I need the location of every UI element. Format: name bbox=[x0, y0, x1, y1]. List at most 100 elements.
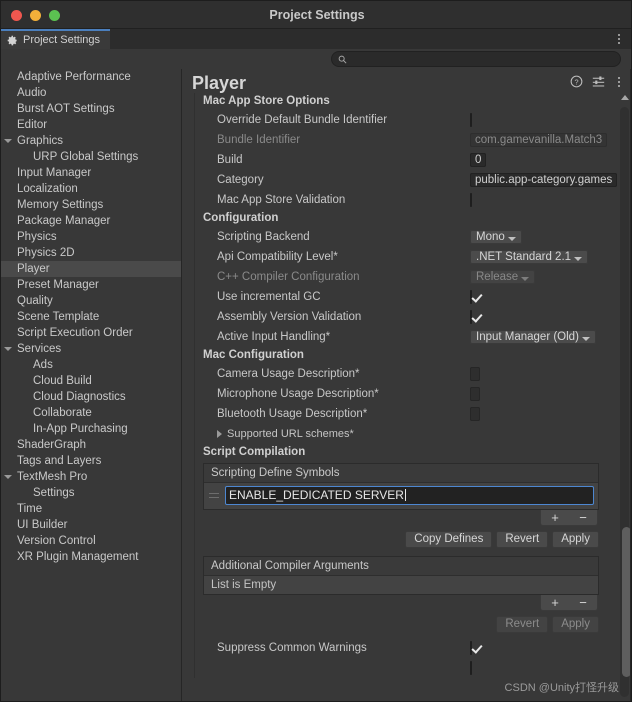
sidebar-item-script-execution-order[interactable]: Script Execution Order bbox=[1, 325, 181, 341]
sidebar-item-audio[interactable]: Audio bbox=[1, 85, 181, 101]
sidebar-item-collaborate[interactable]: Collaborate bbox=[1, 405, 181, 421]
revert-defines-button[interactable]: Revert bbox=[496, 530, 549, 548]
checkbox-suppress-common-warnings[interactable] bbox=[470, 641, 472, 655]
checkbox-assembly-version-validation[interactable] bbox=[470, 310, 472, 324]
sidebar-item-editor[interactable]: Editor bbox=[1, 117, 181, 133]
close-window-button[interactable] bbox=[11, 10, 22, 21]
sidebar-item-adaptive-performance[interactable]: Adaptive Performance bbox=[1, 69, 181, 85]
sidebar-item-label: Audio bbox=[17, 87, 47, 99]
settings-row: Camera Usage Description* bbox=[195, 364, 607, 384]
sidebar-item-label: XR Plugin Management bbox=[17, 551, 139, 563]
additional-compiler-arguments-list: Additional Compiler Arguments List is Emp… bbox=[203, 556, 599, 595]
scripting-define-symbols-list: Scripting Define Symbols ENABLE_DEDICATED… bbox=[203, 463, 599, 510]
sidebar-item-preset-manager[interactable]: Preset Manager bbox=[1, 277, 181, 293]
project-settings-window: Project Settings Project Settings Adapti… bbox=[0, 0, 632, 702]
sidebar-item-label: Player bbox=[17, 263, 50, 275]
sidebar-item-ui-builder[interactable]: UI Builder bbox=[1, 517, 181, 533]
text-field-category[interactable]: public.app-category.games bbox=[470, 173, 618, 187]
sidebar-item-localization[interactable]: Localization bbox=[1, 181, 181, 197]
sidebar-item-graphics[interactable]: Graphics bbox=[1, 133, 181, 149]
text-field-microphone-usage-description[interactable] bbox=[470, 387, 480, 401]
chevron-down-icon[interactable] bbox=[4, 347, 12, 351]
chevron-down-icon[interactable] bbox=[4, 139, 12, 143]
sidebar-item-time[interactable]: Time bbox=[1, 501, 181, 517]
sidebar-item-scene-template[interactable]: Scene Template bbox=[1, 309, 181, 325]
copy-defines-button[interactable]: Copy Defines bbox=[405, 530, 493, 548]
search-input[interactable] bbox=[347, 52, 620, 66]
section-heading-configuration: Configuration bbox=[203, 212, 279, 224]
scrollbar-track[interactable] bbox=[620, 107, 631, 697]
sidebar-item-shadergraph[interactable]: ShaderGraph bbox=[1, 437, 181, 453]
sidebar-item-cloud-build[interactable]: Cloud Build bbox=[1, 373, 181, 389]
sidebar-item-urp-global-settings[interactable]: URP Global Settings bbox=[1, 149, 181, 165]
sidebar-item-burst-aot-settings[interactable]: Burst AOT Settings bbox=[1, 101, 181, 117]
text-field-camera-usage-description[interactable] bbox=[470, 367, 480, 381]
sidebar-item-label: Cloud Build bbox=[33, 375, 92, 387]
dropdown-api-compatibility-level[interactable]: .NET Standard 2.1 bbox=[470, 250, 589, 264]
panel-right-edge bbox=[630, 69, 631, 701]
sidebar-item-label: Editor bbox=[17, 119, 48, 131]
sidebar-item-quality[interactable]: Quality bbox=[1, 293, 181, 309]
sidebar-item-textmesh-pro[interactable]: TextMesh Pro bbox=[1, 469, 181, 485]
settings-row: Mac App Store Validation bbox=[195, 190, 607, 210]
kebab-menu-icon[interactable] bbox=[614, 75, 624, 88]
preset-sliders-icon[interactable] bbox=[592, 75, 605, 88]
apply-defines-button[interactable]: Apply bbox=[552, 530, 599, 548]
sidebar-item-label: Time bbox=[17, 503, 43, 515]
field-label: Scripting Backend bbox=[217, 231, 310, 243]
settings-sidebar[interactable]: Adaptive Performance Audio Burst AOT Setti… bbox=[1, 69, 181, 701]
sidebar-item-input-manager[interactable]: Input Manager bbox=[1, 165, 181, 181]
settings-row: Bluetooth Usage Description* bbox=[195, 404, 607, 424]
sidebar-item-package-manager[interactable]: Package Manager bbox=[1, 213, 181, 229]
sidebar-item-label: Physics bbox=[17, 231, 57, 243]
field-label: Override Default Bundle Identifier bbox=[217, 114, 388, 126]
sidebar-item-cloud-diagnostics[interactable]: Cloud Diagnostics bbox=[1, 389, 181, 405]
sidebar-item-xr-plugin-management[interactable]: XR Plugin Management bbox=[1, 549, 181, 565]
sidebar-item-player[interactable]: Player bbox=[1, 261, 181, 277]
svg-text:?: ? bbox=[574, 77, 578, 86]
dropdown-active-input-handling[interactable]: Input Manager (Old) bbox=[470, 330, 596, 344]
checkbox-clipped[interactable] bbox=[470, 661, 472, 675]
empty-list-label: List is Empty bbox=[204, 576, 598, 594]
foldout-supported-url-schemes[interactable]: Supported URL schemes* bbox=[195, 424, 607, 444]
sidebar-item-label: Services bbox=[17, 343, 62, 355]
kebab-menu-icon[interactable] bbox=[613, 32, 625, 46]
search-box[interactable] bbox=[331, 51, 621, 67]
apply-arguments-button[interactable]: Apply bbox=[552, 615, 599, 633]
sidebar-item-label: URP Global Settings bbox=[33, 151, 139, 163]
revert-arguments-button[interactable]: Revert bbox=[496, 615, 549, 633]
sidebar-item-memory-settings[interactable]: Memory Settings bbox=[1, 197, 181, 213]
sidebar-item-tags-and-layers[interactable]: Tags and Layers bbox=[1, 453, 181, 469]
sidebar-item-physics[interactable]: Physics bbox=[1, 229, 181, 245]
sidebar-item-label: Collaborate bbox=[33, 407, 92, 419]
add-argument-button[interactable]: + bbox=[551, 596, 559, 609]
chevron-right-icon[interactable] bbox=[217, 430, 222, 438]
remove-argument-button[interactable]: − bbox=[579, 596, 587, 609]
sidebar-item-in-app-purchasing[interactable]: In-App Purchasing bbox=[1, 421, 181, 437]
chevron-down-icon[interactable] bbox=[4, 475, 12, 479]
sidebar-item-services[interactable]: Services bbox=[1, 341, 181, 357]
settings-row: Microphone Usage Description* bbox=[195, 384, 607, 404]
maximize-window-button[interactable] bbox=[49, 10, 60, 21]
minimize-window-button[interactable] bbox=[30, 10, 41, 21]
text-field-build[interactable]: 0 bbox=[470, 153, 487, 167]
sidebar-item-version-control[interactable]: Version Control bbox=[1, 533, 181, 549]
remove-define-button[interactable]: − bbox=[579, 511, 587, 524]
checkbox-mac-app-store-validation[interactable] bbox=[470, 193, 472, 207]
sidebar-item-settings[interactable]: Settings bbox=[1, 485, 181, 501]
sidebar-item-ads[interactable]: Ads bbox=[1, 357, 181, 373]
tab-project-settings[interactable]: Project Settings bbox=[1, 29, 111, 49]
checkbox-override-default-bundle-identifier[interactable] bbox=[470, 113, 472, 127]
drag-handle-icon[interactable] bbox=[208, 488, 221, 504]
text-field-bluetooth-usage-description[interactable] bbox=[470, 407, 480, 421]
checkbox-use-incremental-gc[interactable] bbox=[470, 290, 472, 304]
add-define-button[interactable]: + bbox=[551, 511, 559, 524]
define-symbol-input[interactable]: ENABLE_DEDICATED SERVER bbox=[225, 486, 594, 505]
scroll-up-arrow-icon[interactable] bbox=[621, 95, 629, 100]
settings-row: Build 0 bbox=[195, 150, 607, 170]
sidebar-item-physics-2d[interactable]: Physics 2D bbox=[1, 245, 181, 261]
help-icon[interactable]: ? bbox=[570, 75, 583, 88]
settings-row: Assembly Version Validation bbox=[195, 307, 607, 327]
dropdown-scripting-backend[interactable]: Mono bbox=[470, 230, 522, 244]
